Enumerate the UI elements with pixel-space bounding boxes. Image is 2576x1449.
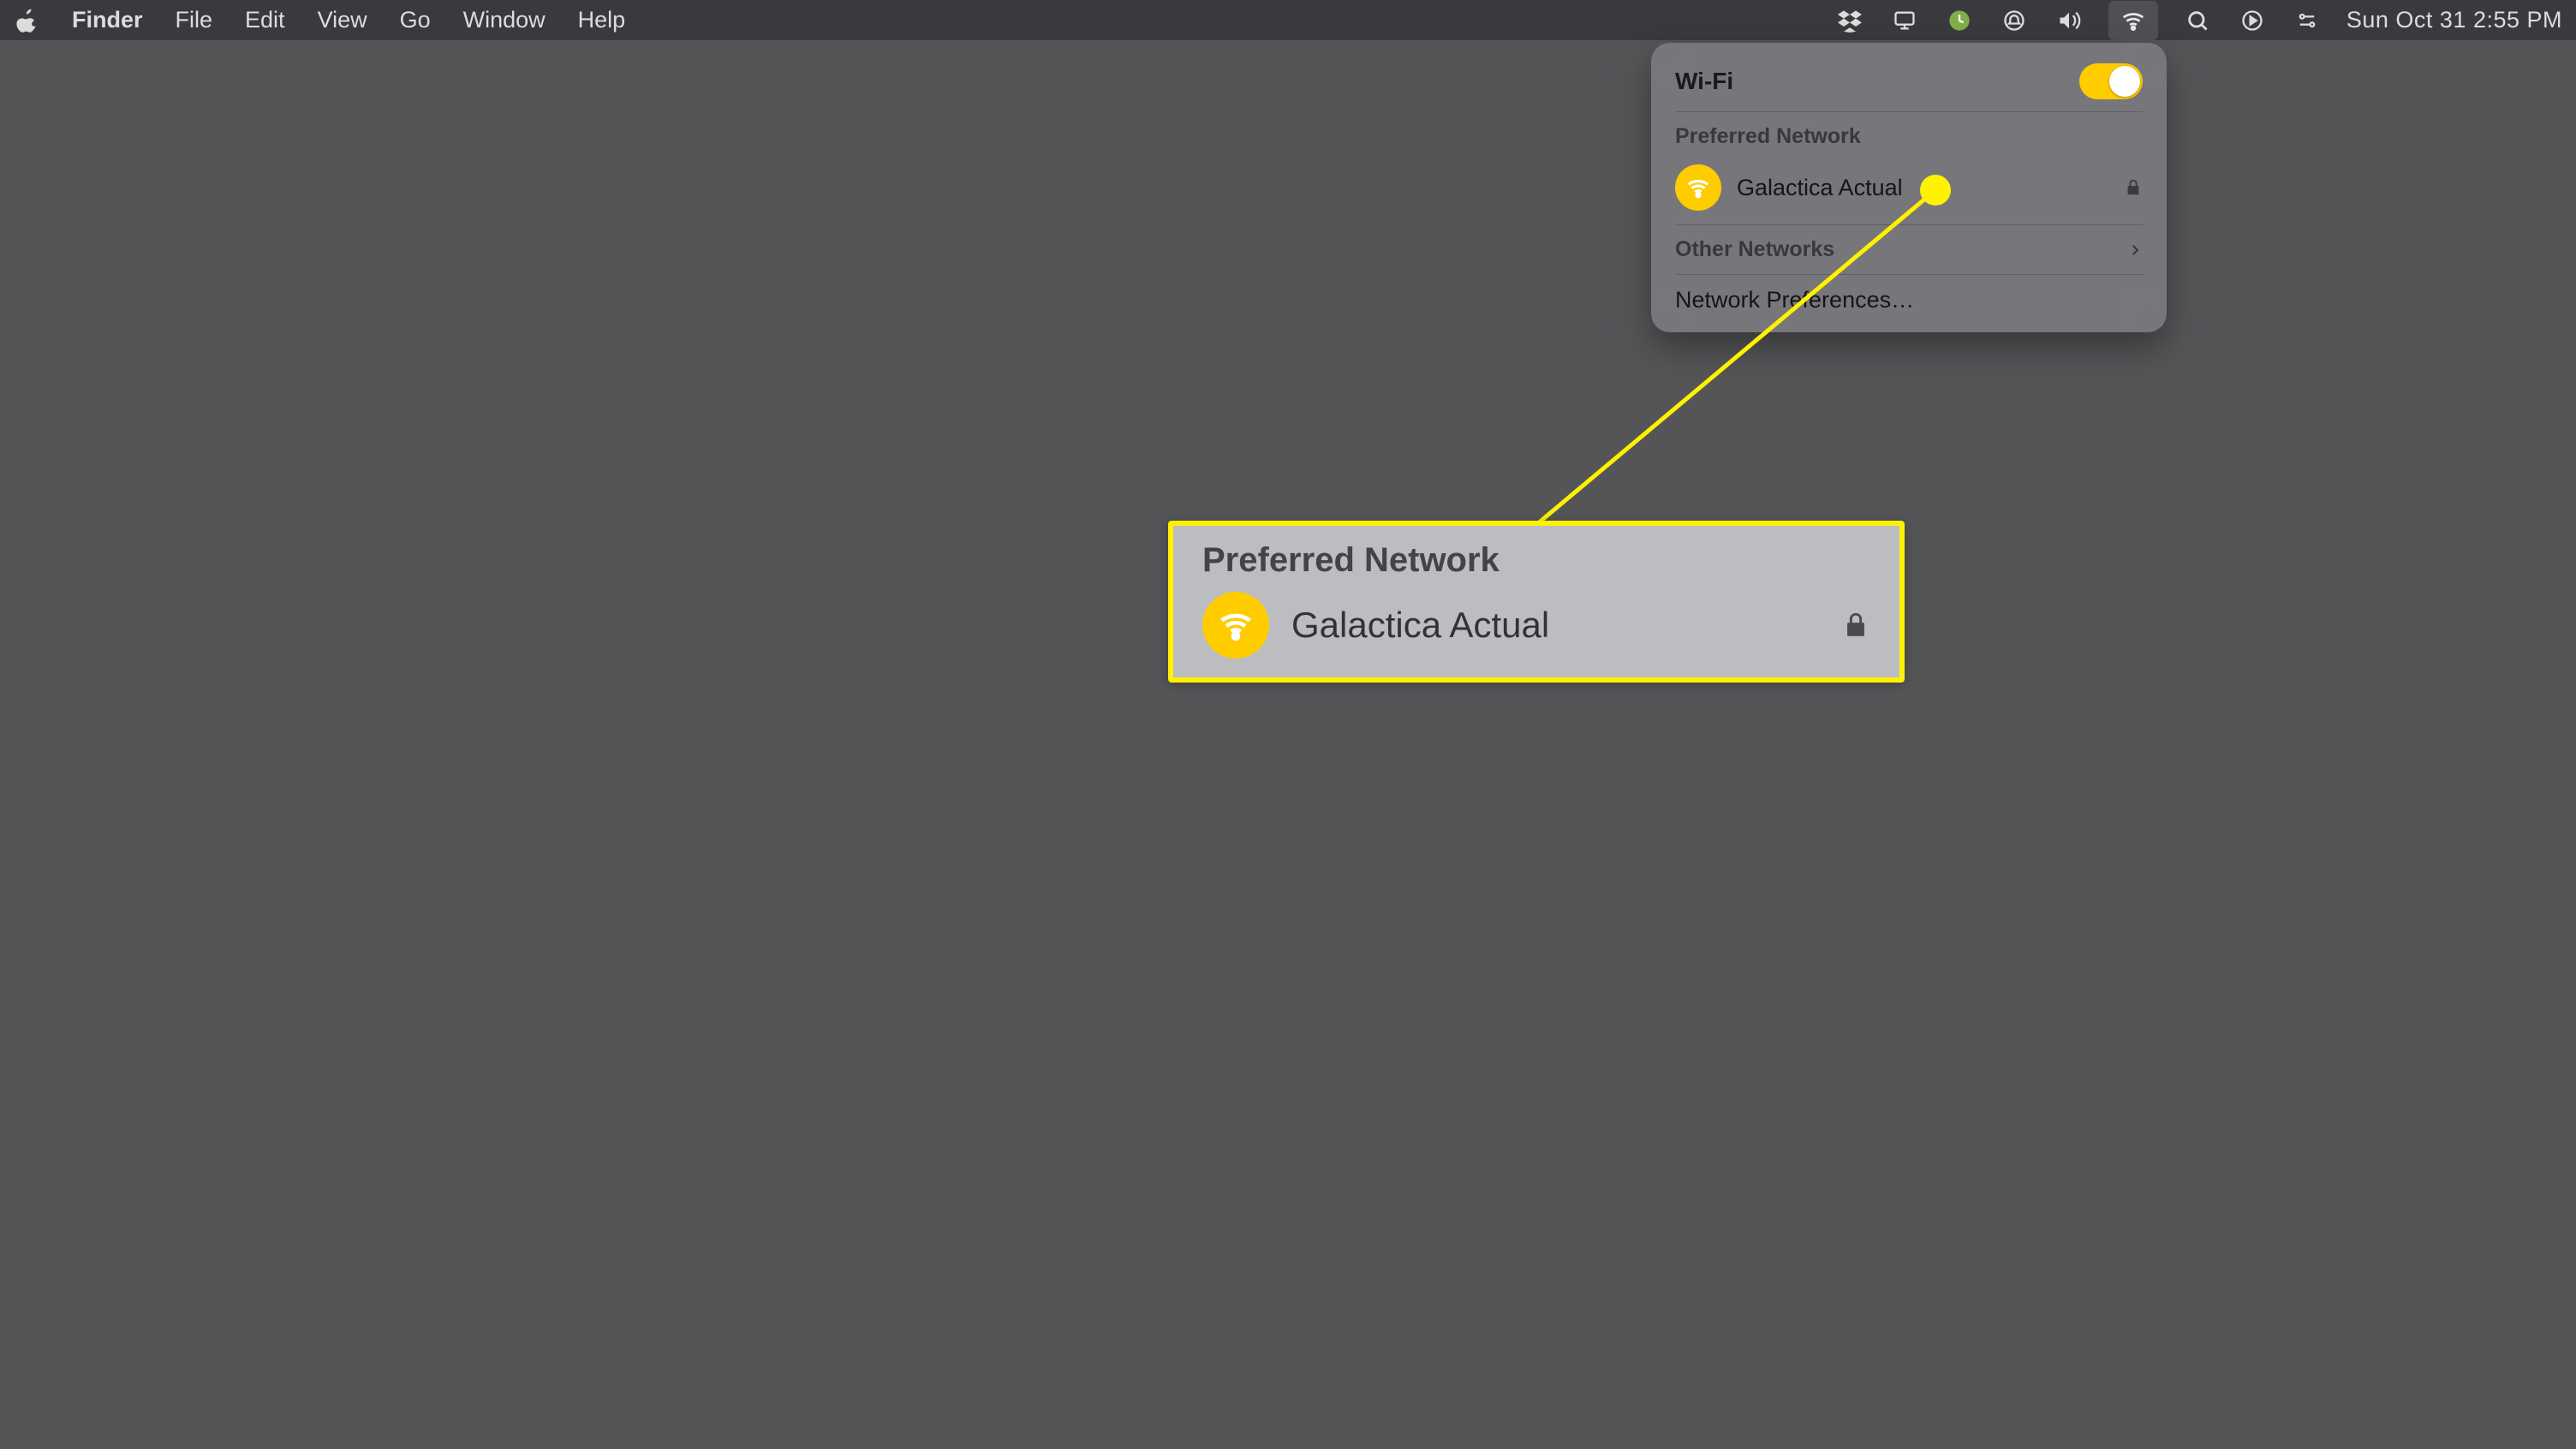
dropbox-icon[interactable] [1834,5,1865,36]
wifi-toggle[interactable] [2079,63,2143,99]
preferred-network-label: Preferred Network [1675,112,2143,158]
menu-bar-left: Finder File Edit View Go Window Help [14,7,625,33]
apple-logo-icon[interactable] [14,8,39,33]
wifi-signal-icon [1202,592,1269,659]
display-icon[interactable] [1889,5,1920,36]
spotlight-icon[interactable] [2182,5,2213,36]
callout-magnifier: Preferred Network Galactica Actual [1168,521,1905,683]
other-networks-row[interactable]: Other Networks [1675,225,2143,274]
wifi-title: Wi-Fi [1675,68,1733,95]
menu-bar-right: Sun Oct 31 2:55 PM [1834,1,2562,40]
callout-line [0,0,2576,1449]
menu-go[interactable]: Go [400,7,431,33]
menu-help[interactable]: Help [578,7,626,33]
now-playing-icon[interactable] [2237,5,2268,36]
clock[interactable]: Sun Oct 31 2:55 PM [2346,7,2562,33]
chevron-right-icon [2127,242,2143,258]
preferred-network-row[interactable]: Galactica Actual [1675,158,2143,224]
preferred-network-name: Galactica Actual [1737,175,2108,201]
menu-view[interactable]: View [318,7,367,33]
backup-icon[interactable] [1944,5,1975,36]
other-networks-label: Other Networks [1675,237,1834,262]
do-not-disturb-icon[interactable] [1999,5,2030,36]
wifi-menu-icon[interactable] [2108,1,2158,40]
wifi-dropdown: Wi-Fi Preferred Network Galactica Actual… [1651,43,2167,332]
lock-icon [1841,611,1870,640]
menu-edit[interactable]: Edit [245,7,285,33]
callout-network-name: Galactica Actual [1291,605,1819,646]
wifi-header: Wi-Fi [1675,58,2143,111]
network-preferences-row[interactable]: Network Preferences… [1675,275,2143,317]
lock-icon [2124,178,2143,197]
callout-network-row: Galactica Actual [1202,592,1870,659]
volume-icon[interactable] [2054,5,2084,36]
control-center-icon[interactable] [2292,5,2323,36]
callout-section-label: Preferred Network [1202,538,1870,592]
wifi-signal-icon [1675,164,1721,211]
menu-window[interactable]: Window [463,7,546,33]
app-name-menu[interactable]: Finder [72,7,143,33]
menu-file[interactable]: File [176,7,213,33]
menu-bar: Finder File Edit View Go Window Help [0,0,2576,40]
